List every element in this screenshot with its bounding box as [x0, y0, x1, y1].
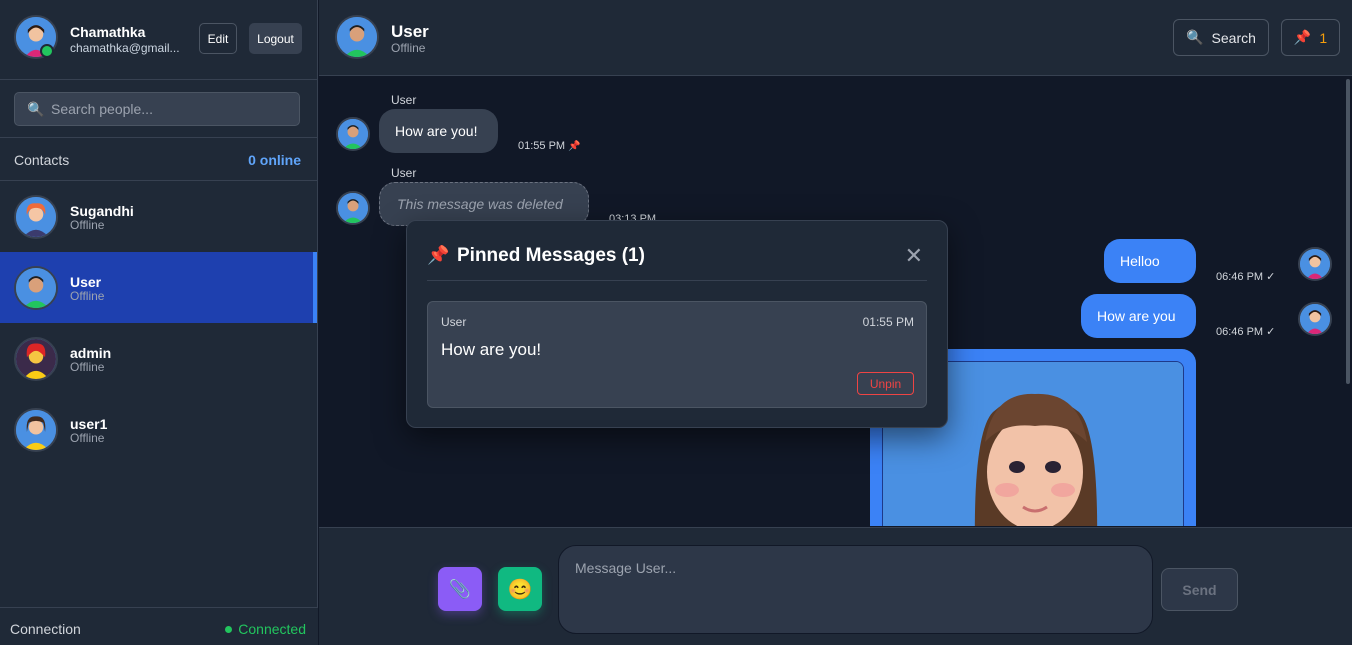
connection-status-text: Connected: [238, 621, 306, 637]
scrollbar[interactable]: [1346, 79, 1350, 384]
contact-item[interactable]: Sugandhi Offline: [0, 181, 317, 252]
message-avatar: [1298, 302, 1332, 336]
message-avatar: [1298, 247, 1332, 281]
search-icon: 🔍: [1186, 29, 1204, 45]
contact-item[interactable]: user1 Offline: [0, 394, 317, 465]
sidebar: Chamathka chamathka@gmail... Edit Logout…: [0, 0, 318, 645]
pinned-messages-modal: 📌 Pinned Messages (1) ✕ User 01:55 PM Ho…: [406, 220, 948, 428]
contact-item[interactable]: User Offline: [0, 252, 317, 323]
message-input[interactable]: [558, 545, 1153, 634]
logout-button[interactable]: Logout: [249, 23, 302, 54]
message-time: 06:46 PM ✓: [1216, 326, 1276, 338]
edit-button[interactable]: Edit: [199, 23, 237, 54]
pin-icon: 📌: [568, 141, 581, 152]
message-composer: 📎 😊 Send: [319, 527, 1352, 645]
contact-name: user1: [70, 416, 108, 432]
pin-icon: 📌: [427, 245, 450, 265]
chat-title: User: [391, 22, 429, 41]
modal-title: Pinned Messages (1): [457, 245, 645, 266]
search-icon: 🔍: [27, 101, 45, 117]
connection-label: Connection: [10, 621, 81, 637]
contact-name: admin: [70, 345, 112, 361]
smile-icon: 😊: [507, 578, 533, 601]
contact-item[interactable]: admin Offline: [0, 323, 317, 394]
contact-avatar: [14, 266, 58, 310]
message-sender: User: [391, 93, 417, 107]
close-icon[interactable]: ✕: [905, 243, 923, 269]
search-section: 🔍: [0, 80, 317, 138]
message-avatar: [336, 191, 370, 225]
profile-email: chamathka@gmail...: [70, 41, 180, 55]
connection-status: Connected: [225, 621, 306, 637]
profile-name: Chamathka: [70, 24, 146, 40]
send-button[interactable]: Send: [1161, 568, 1238, 611]
message-time: 01:55 PM 📌: [518, 140, 581, 152]
chat-avatar[interactable]: [335, 15, 379, 59]
contact-avatar: [14, 195, 58, 239]
contacts-header: Contacts 0 online: [0, 138, 317, 181]
search-box[interactable]: 🔍: [14, 92, 300, 126]
modal-header: 📌 Pinned Messages (1) ✕: [427, 241, 927, 281]
message-bubble[interactable]: Helloo: [1104, 239, 1196, 283]
message-time-text: 01:55 PM: [518, 140, 566, 152]
pinned-count: 1: [1319, 29, 1328, 46]
chat-header: User Offline 🔍 Search 📌 1: [319, 0, 1352, 76]
pinned-message-text: How are you!: [441, 340, 542, 359]
message-bubble[interactable]: How are you: [1081, 294, 1196, 338]
pinned-messages-button[interactable]: 📌 1: [1281, 19, 1340, 56]
pinned-message-time: 01:55 PM: [862, 315, 914, 329]
message-avatar: [336, 117, 370, 151]
emoji-button[interactable]: 😊: [498, 567, 542, 611]
pin-icon: 📌: [1293, 29, 1312, 45]
contact-status: Offline: [70, 289, 105, 303]
profile-header: Chamathka chamathka@gmail... Edit Logout: [0, 0, 317, 80]
contact-status: Offline: [70, 360, 105, 374]
contacts-label: Contacts: [14, 152, 70, 168]
contact-status: Offline: [70, 431, 105, 445]
online-indicator: [40, 44, 54, 58]
paperclip-icon: 📎: [448, 578, 472, 599]
contact-avatar: [14, 408, 58, 452]
chat-status: Offline: [391, 41, 426, 55]
online-count: 0 online: [248, 152, 301, 168]
message-bubble[interactable]: How are you!: [379, 109, 498, 153]
unpin-button[interactable]: Unpin: [857, 372, 914, 395]
contact-avatar: [14, 337, 58, 381]
contact-name: User: [70, 274, 102, 290]
search-input[interactable]: [51, 93, 291, 125]
contact-name: Sugandhi: [70, 203, 134, 219]
message-time: 06:46 PM ✓: [1216, 271, 1276, 283]
contact-status: Offline: [70, 218, 105, 232]
search-button-label: Search: [1211, 29, 1256, 46]
message-sender: User: [391, 166, 417, 180]
pinned-message-item[interactable]: User 01:55 PM How are you! Unpin: [427, 301, 927, 408]
search-messages-button[interactable]: 🔍 Search: [1173, 19, 1269, 56]
connection-bar: Connection Connected: [0, 607, 318, 645]
pinned-message-sender: User: [441, 315, 467, 329]
connection-dot: [225, 625, 233, 633]
attach-button[interactable]: 📎: [438, 567, 482, 611]
